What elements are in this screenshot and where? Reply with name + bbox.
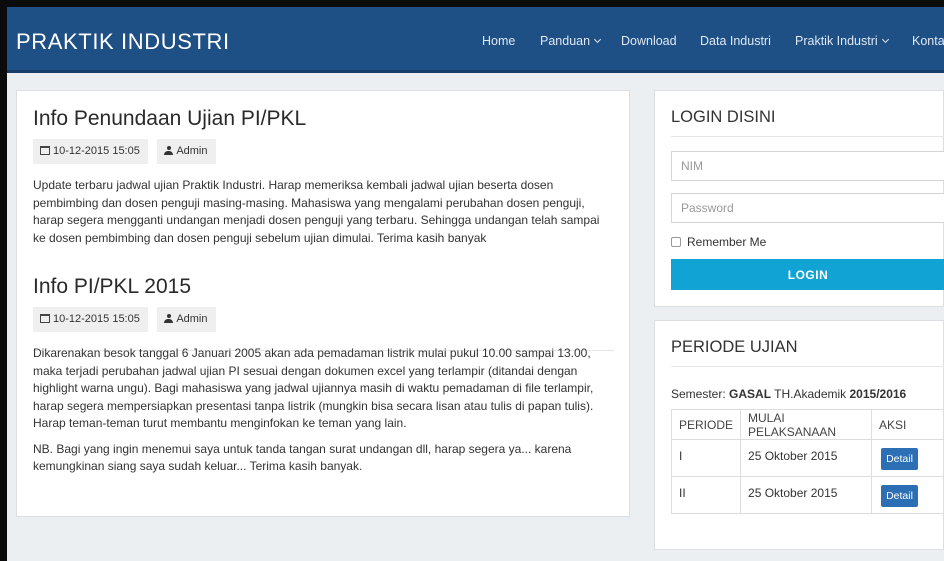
date-badge: 10-12-2015 15:05	[33, 307, 148, 332]
login-title-divider	[671, 136, 944, 137]
window-frame-top	[0, 0, 944, 7]
news-post: Info Penundaan Ujian PI/PKL 10-12-2015 1…	[33, 107, 613, 247]
date-badge: 10-12-2015 15:05	[33, 139, 148, 164]
chevron-down-icon	[594, 35, 602, 44]
news-panel: Info Penundaan Ujian PI/PKL 10-12-2015 1…	[16, 90, 630, 517]
remember-me[interactable]: Remember Me	[671, 235, 766, 249]
nav-menu: Home Panduan Download Data Industri Prak…	[7, 7, 944, 73]
aksi-cell: Detail	[871, 439, 944, 477]
tahun-value: 2015/2016	[849, 387, 907, 401]
periode-cell: II	[670, 476, 742, 514]
post-body: Dikarenakan besok tanggal 6 Januari 2005…	[33, 346, 594, 430]
top-navbar: PRAKTIK INDUSTRI Home Panduan Download D…	[7, 7, 944, 73]
semester-info: Semester: GASAL TH.Akademik 2015/2016	[671, 387, 906, 401]
post-meta: 10-12-2015 15:05 Admin	[33, 307, 613, 332]
table-header-row: PERIODE MULAI PELAKSANAAN AKSI	[670, 409, 944, 440]
chevron-down-icon	[881, 35, 889, 44]
post-author: Admin	[176, 145, 208, 157]
nav-item-panduan-label: Panduan	[540, 34, 591, 48]
user-icon	[164, 314, 174, 323]
aksi-cell: Detail	[871, 476, 944, 514]
table-row: I 25 Oktober 2015 Detail	[670, 439, 944, 477]
post-date: 10-12-2015 15:05	[53, 145, 140, 157]
nav-item-panduan[interactable]: Panduan	[540, 34, 602, 48]
detail-button[interactable]: Detail	[881, 485, 919, 507]
detail-button[interactable]: Detail	[881, 448, 919, 470]
periode-title: PERIODE UJIAN	[671, 338, 798, 356]
periode-title-divider	[671, 366, 944, 367]
login-panel: LOGIN DISINI Remember Me LOGIN	[654, 90, 944, 307]
post-body: NB. Bagi yang ingin menemui saya untuk t…	[33, 441, 572, 474]
remember-me-label: Remember Me	[687, 235, 767, 249]
calendar-icon	[40, 314, 50, 323]
table-row: II 25 Oktober 2015 Detail	[670, 476, 944, 514]
author-badge: Admin	[157, 307, 216, 332]
news-post: Info PI/PKL 2015 10-12-2015 15:05 Admin …	[33, 275, 613, 476]
calendar-icon	[40, 146, 50, 155]
mulai-cell: 25 Oktober 2015	[740, 439, 873, 477]
nav-item-data-industri[interactable]: Data Industri	[700, 34, 771, 48]
periode-cell: I	[670, 439, 742, 477]
nav-item-download[interactable]: Download	[621, 34, 677, 48]
periode-panel: PERIODE UJIAN Semester: GASAL TH.Akademi…	[654, 320, 944, 550]
nim-input[interactable]	[671, 151, 944, 181]
nav-item-praktik-industri[interactable]: Praktik Industri	[795, 34, 889, 48]
post-author: Admin	[176, 313, 208, 325]
window-frame-left	[0, 0, 7, 561]
column-header-periode: PERIODE	[670, 409, 742, 440]
login-button[interactable]: LOGIN	[671, 259, 944, 290]
tahun-prefix: TH.Akademik	[771, 387, 850, 401]
periode-table: PERIODE MULAI PELAKSANAAN AKSI I 25 Okto…	[670, 409, 944, 514]
nav-item-praktik-industri-label: Praktik Industri	[795, 34, 878, 48]
column-header-aksi: AKSI	[871, 409, 944, 440]
password-input[interactable]	[671, 193, 944, 223]
user-icon	[164, 146, 174, 155]
nav-item-home[interactable]: Home	[482, 34, 515, 48]
nav-item-kontak[interactable]: Kontak	[912, 34, 944, 48]
post-body: Update terbaru jadwal ujian Praktik Indu…	[33, 178, 600, 245]
post-meta: 10-12-2015 15:05 Admin	[33, 139, 613, 164]
remember-me-checkbox[interactable]	[671, 237, 681, 247]
column-header-mulai: MULAI PELAKSANAAN	[740, 409, 873, 440]
semester-value: GASAL	[729, 387, 772, 401]
post-title[interactable]: Info Penundaan Ujian PI/PKL	[33, 107, 613, 131]
login-title: LOGIN DISINI	[671, 108, 776, 126]
post-date: 10-12-2015 15:05	[53, 313, 140, 325]
mulai-cell: 25 Oktober 2015	[740, 476, 873, 514]
semester-prefix: Semester:	[671, 387, 730, 401]
author-badge: Admin	[157, 139, 216, 164]
post-title[interactable]: Info PI/PKL 2015	[33, 275, 613, 299]
